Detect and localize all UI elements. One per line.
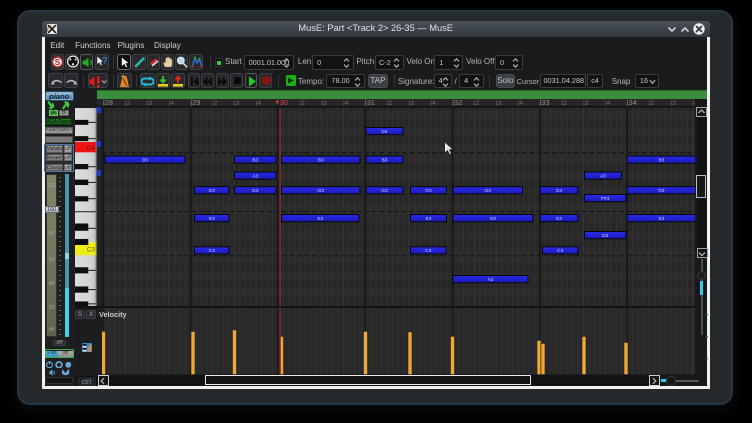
svg-text:G3: G3: [252, 188, 259, 194]
svg-text:G3: G3: [317, 188, 324, 194]
svg-text:S: S: [55, 57, 61, 67]
svg-text:C4: C4: [87, 145, 96, 152]
svg-text:B3: B3: [381, 157, 387, 163]
svg-text:A2: A2: [487, 276, 493, 282]
svg-text:G3: G3: [208, 188, 215, 194]
svg-text:G3: G3: [484, 188, 491, 194]
svg-text:G3: G3: [381, 188, 388, 194]
svg-text:B3: B3: [658, 157, 664, 163]
svg-text:E3: E3: [317, 215, 323, 221]
svg-text:C3: C3: [557, 248, 563, 254]
svg-text:B3: B3: [317, 157, 323, 163]
svg-text:B3: B3: [252, 157, 258, 163]
svg-text:E3: E3: [490, 215, 496, 221]
svg-text:D3: D3: [602, 232, 608, 238]
svg-text:C3: C3: [425, 248, 431, 254]
svg-text:D4: D4: [381, 128, 387, 134]
svg-text:E3: E3: [556, 215, 562, 221]
svg-text:A3: A3: [600, 173, 606, 179]
svg-text:G3: G3: [658, 188, 665, 194]
svg-text:G3: G3: [425, 188, 432, 194]
svg-text:E3: E3: [425, 215, 431, 221]
svg-text:C3: C3: [87, 246, 96, 253]
svg-text:E3: E3: [208, 215, 214, 221]
svg-text:A3: A3: [252, 173, 258, 179]
svg-text:C3: C3: [208, 248, 214, 254]
svg-text:F#3: F#3: [601, 195, 610, 201]
svg-text:?: ?: [101, 55, 107, 66]
svg-text:E3: E3: [658, 215, 664, 221]
svg-text:B3: B3: [142, 157, 148, 163]
svg-text:G3: G3: [555, 188, 562, 194]
